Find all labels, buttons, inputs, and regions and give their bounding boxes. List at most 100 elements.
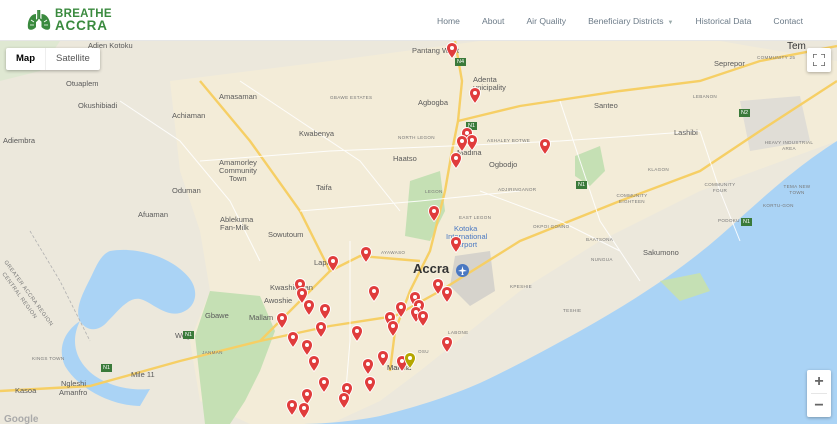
place-label: COMMUNITY EIGHTEEN bbox=[616, 193, 648, 204]
lungs-logo-icon bbox=[27, 10, 51, 30]
place-label: HEAVY INDUSTRIAL AREA bbox=[764, 140, 814, 151]
place-label: Adiembra bbox=[3, 136, 36, 145]
nav-historical-data[interactable]: Historical Data bbox=[695, 16, 751, 26]
place-label: Mile 11 bbox=[131, 370, 155, 379]
map-pin-icon[interactable] bbox=[456, 135, 468, 152]
place-label: Okushibiadi bbox=[78, 101, 118, 110]
map-pin-icon[interactable] bbox=[303, 299, 315, 316]
map-pin-icon[interactable] bbox=[327, 255, 339, 272]
road-shield: N1 bbox=[576, 181, 588, 189]
place-label: LEGON bbox=[425, 189, 443, 194]
place-label: ADJIRINGANOR bbox=[498, 187, 537, 192]
map-pin-icon[interactable] bbox=[319, 303, 331, 320]
map-pin-icon[interactable] bbox=[539, 138, 551, 155]
map-pin-active-icon[interactable] bbox=[404, 352, 416, 369]
place-label: Fan-Milk bbox=[220, 223, 249, 232]
place-label: Agbogba bbox=[418, 98, 449, 107]
place-label: GBAWE ESTATES bbox=[330, 95, 373, 100]
place-label: KORTU-GON bbox=[763, 203, 794, 208]
map-pin-icon[interactable] bbox=[428, 205, 440, 222]
map-pin-icon[interactable] bbox=[450, 236, 462, 253]
map-pin-icon[interactable] bbox=[441, 336, 453, 353]
map-pin-icon[interactable] bbox=[368, 285, 380, 302]
nav-beneficiary-districts-label: Beneficiary Districts bbox=[588, 15, 664, 26]
nav-home[interactable]: Home bbox=[437, 16, 460, 26]
place-label: BAATSONA bbox=[586, 237, 614, 242]
place-label: Afuaman bbox=[138, 210, 169, 219]
zoom-control: + − bbox=[807, 370, 831, 417]
map-pin-icon[interactable] bbox=[360, 246, 372, 263]
map-pin-icon[interactable] bbox=[286, 399, 298, 416]
place-label: ASHALEY BOTWE bbox=[487, 138, 531, 143]
place-label: Haatso bbox=[393, 154, 417, 163]
place-label: OSU bbox=[418, 349, 429, 354]
logo[interactable]: BREATHE ACCRA bbox=[26, 7, 112, 33]
zoom-out-button[interactable]: − bbox=[807, 394, 831, 417]
map-pin-icon[interactable] bbox=[387, 320, 399, 337]
chevron-down-icon: ▼ bbox=[667, 19, 674, 26]
place-label: Tem bbox=[787, 41, 806, 52]
map-pin-icon[interactable] bbox=[287, 331, 299, 348]
place-label: Gbawe bbox=[205, 311, 229, 320]
place-label: TESHIE bbox=[563, 308, 582, 313]
place-label: COMMUNITY 25 bbox=[757, 55, 796, 60]
place-label: Seprepor bbox=[714, 59, 745, 68]
place-label: JANMAN bbox=[202, 350, 223, 355]
place-label: Kwabenya bbox=[299, 129, 335, 138]
map-pin-icon[interactable] bbox=[315, 321, 327, 338]
map-type-map-button[interactable]: Map bbox=[6, 48, 45, 70]
map-pin-icon[interactable] bbox=[446, 42, 458, 59]
fullscreen-icon bbox=[813, 54, 825, 66]
road-shield: N1 bbox=[101, 364, 113, 372]
map-pin-icon[interactable] bbox=[441, 286, 453, 303]
place-label: PODOKU bbox=[718, 218, 740, 223]
map-pin-icon[interactable] bbox=[362, 358, 374, 375]
map-pin-icon[interactable] bbox=[301, 339, 313, 356]
place-label: Kasoa bbox=[15, 386, 37, 395]
map-pin-icon[interactable] bbox=[364, 376, 376, 393]
map-pin-icon[interactable] bbox=[298, 402, 310, 419]
place-label: KINGS TOWN bbox=[32, 356, 65, 361]
place-label: Amasaman bbox=[219, 92, 257, 101]
road-shield: N1 bbox=[183, 331, 195, 339]
nav-beneficiary-districts[interactable]: Beneficiary Districts ▼ bbox=[588, 16, 673, 26]
place-label: OKPOI GONNO bbox=[533, 224, 570, 229]
brand-line2: ACCRA bbox=[55, 18, 108, 33]
fullscreen-button[interactable] bbox=[807, 48, 831, 72]
place-label: LABONE bbox=[448, 330, 469, 335]
place-label: NORTH LEGON bbox=[398, 135, 435, 140]
google-logo: Google bbox=[4, 414, 39, 424]
map-pin-icon[interactable] bbox=[395, 301, 407, 318]
map-canvas[interactable]: Map Satellite + − Adjen Kotoku Pantang W… bbox=[0, 41, 837, 424]
map-pin-icon[interactable] bbox=[318, 376, 330, 393]
map-pin-icon[interactable] bbox=[276, 312, 288, 329]
map-type-satellite-button[interactable]: Satellite bbox=[45, 48, 100, 70]
zoom-in-button[interactable]: + bbox=[807, 370, 831, 393]
place-label: Achiaman bbox=[172, 111, 206, 120]
map-pin-icon[interactable] bbox=[308, 355, 320, 372]
place-label: Amanfro bbox=[59, 388, 88, 397]
brand-name: BREATHE ACCRA bbox=[55, 8, 112, 33]
place-label: Otuaplem bbox=[66, 79, 99, 88]
nav-about[interactable]: About bbox=[482, 16, 504, 26]
map-pin-icon[interactable] bbox=[417, 310, 429, 327]
site-header: BREATHE ACCRA Home About Air Quality Ben… bbox=[0, 0, 837, 41]
road-shield: N4 bbox=[455, 58, 467, 66]
place-label: Ngleshi bbox=[61, 379, 87, 388]
nav-contact[interactable]: Contact bbox=[773, 16, 803, 26]
map-pin-icon[interactable] bbox=[469, 87, 481, 104]
airport-icon bbox=[456, 264, 469, 277]
place-label: AYAWASO bbox=[381, 250, 406, 255]
place-label: Town bbox=[229, 174, 247, 183]
place-label: Sowutoum bbox=[268, 230, 304, 239]
nav-air-quality[interactable]: Air Quality bbox=[526, 16, 566, 26]
map-pin-icon[interactable] bbox=[338, 392, 350, 409]
place-label: Oduman bbox=[172, 186, 201, 195]
map-pin-icon[interactable] bbox=[351, 325, 363, 342]
map-pin-icon[interactable] bbox=[450, 152, 462, 169]
road-shield: N2 bbox=[739, 109, 751, 117]
place-label: Lashibi bbox=[674, 128, 698, 137]
city-label-accra: Accra bbox=[413, 261, 450, 276]
map-pin-icon[interactable] bbox=[377, 350, 389, 367]
place-label: NUNGUA bbox=[591, 257, 613, 262]
